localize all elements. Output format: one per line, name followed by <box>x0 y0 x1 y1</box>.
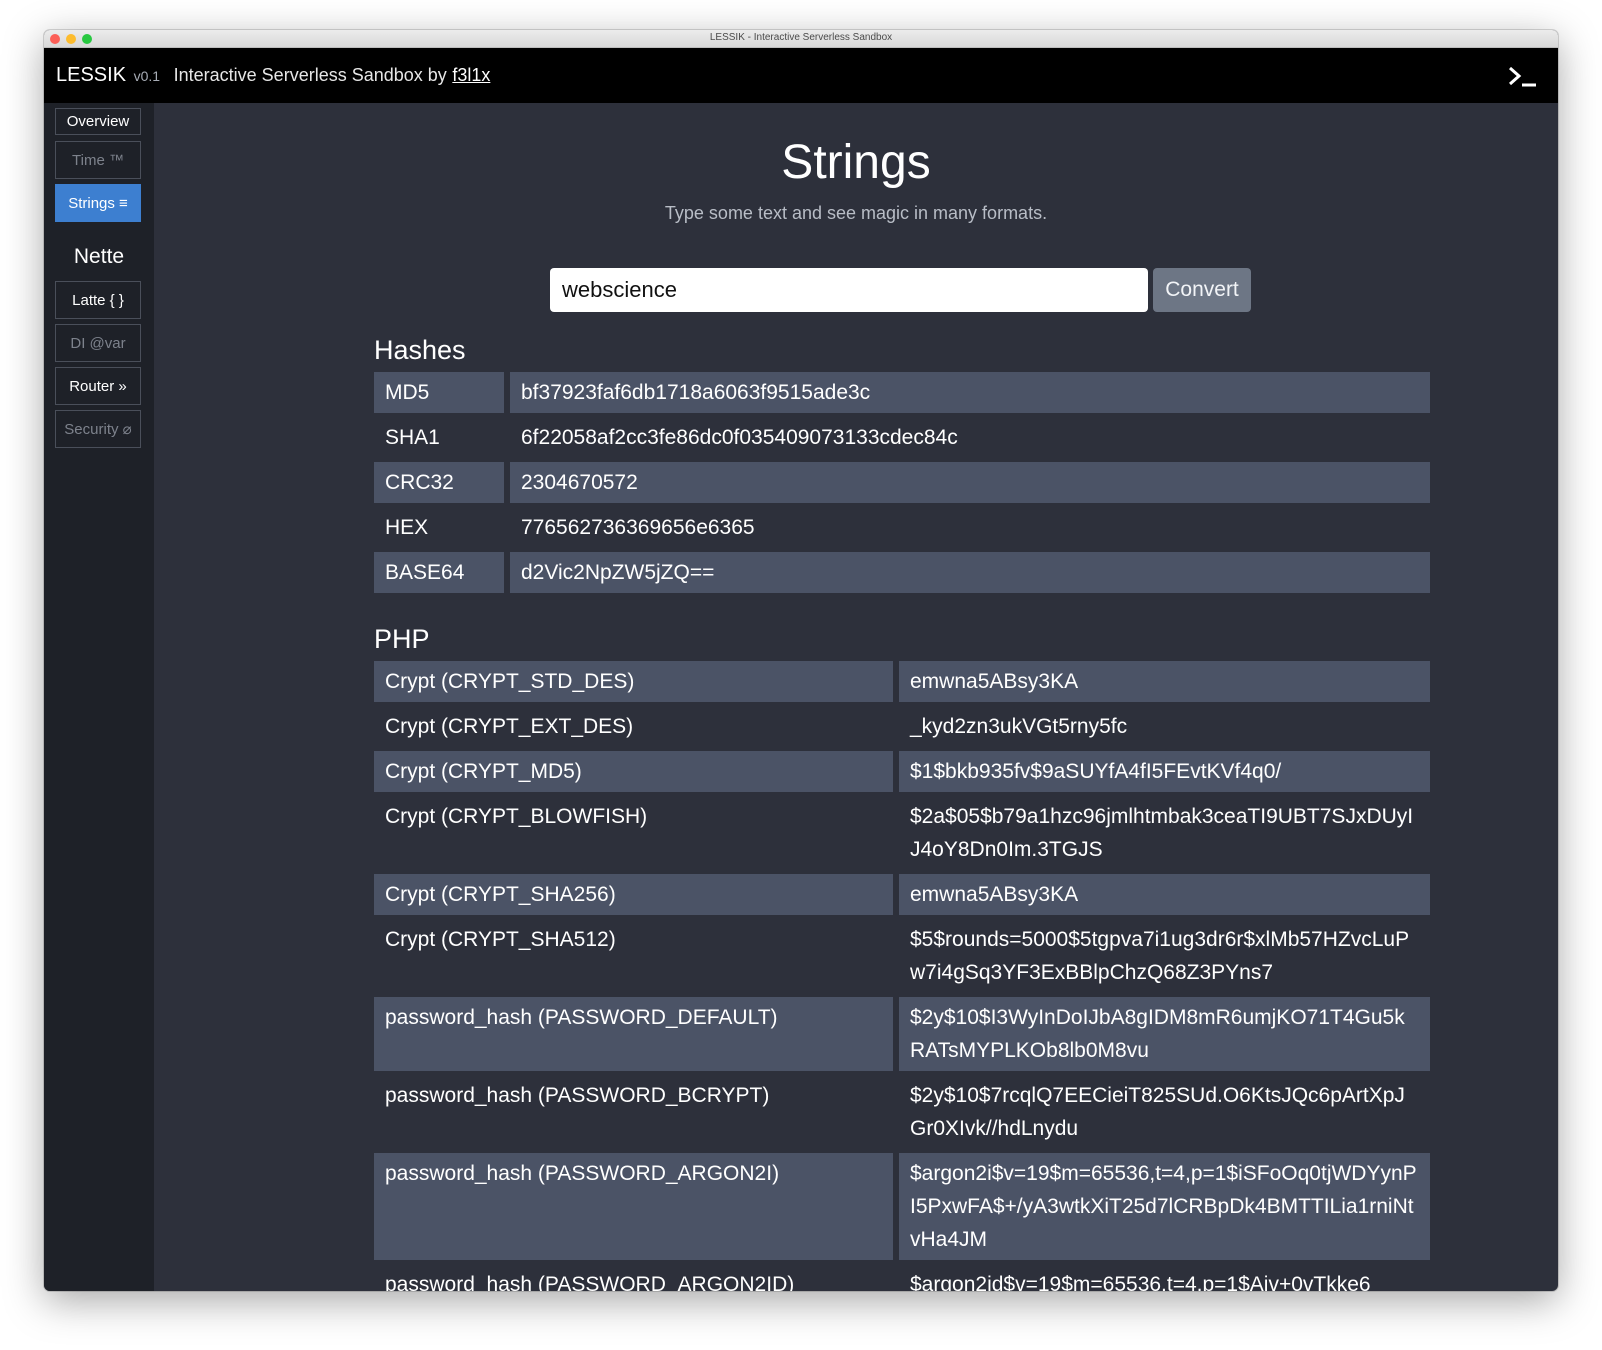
php-hash-row: password_hash (PASSWORD_ARGON2ID) $argon2… <box>374 1264 1430 1291</box>
row-value: $2y$10$7rcqlQ7EECieiT825SUd.O6KtsJQc6pAr… <box>910 1084 1405 1140</box>
hashes-table: MD5 bf37923faf6db1718a6063f9515ade3c SHA1 6… <box>374 368 1430 597</box>
tagline: Interactive Serverless Sandbox by <box>173 65 447 85</box>
php-hash-row: password_hash (PASSWORD_BCRYPT) $2y$10$7r… <box>374 1075 1430 1149</box>
php-hash-row: Crypt (CRYPT_BLOWFISH) $2a$05$b79a1hzc96j… <box>374 796 1430 870</box>
row-value: _kyd2zn3ukVGt5rny5fc <box>910 715 1128 738</box>
row-label: Crypt (CRYPT_SHA256) <box>374 874 893 915</box>
hash-row: SHA1 6f22058af2cc3fe86dc0f035409073133cde… <box>374 417 1430 458</box>
sidebar-item-strings[interactable]: Strings ≡ <box>55 184 141 222</box>
hash-row: BASE64 d2Vic2NpZW5jZQ== <box>374 552 1430 593</box>
row-label: Crypt (CRYPT_BLOWFISH) <box>385 805 648 828</box>
row-label: password_hash (PASSWORD_DEFAULT) <box>374 997 893 1071</box>
row-value: 6f22058af2cc3fe86dc0f035409073133cdec84c <box>521 426 958 449</box>
row-label: Crypt (CRYPT_STD_DES) <box>374 661 893 702</box>
hash-row: HEX 776562736369656e6365 <box>374 507 1430 548</box>
row-value: $2a$05$b79a1hzc96jmlhtmbak3ceaTI9UBT7SJx… <box>910 805 1414 861</box>
text-input[interactable] <box>550 268 1148 312</box>
main-content: Strings Type some text and see magic in … <box>154 103 1558 1291</box>
page-subtitle: Type some text and see magic in many for… <box>664 203 1048 223</box>
php-table: Crypt (CRYPT_STD_DES) emwna5ABsy3KA Crypt … <box>374 657 1430 1291</box>
sidebar-item-time[interactable]: Time ™ <box>55 141 141 179</box>
brand-name: LESSIK <box>56 64 127 86</box>
hashes-section-title: Hashes <box>374 335 466 365</box>
sidebar-item-security[interactable]: Security ⌀ <box>55 410 141 448</box>
row-label: CRC32 <box>374 462 504 503</box>
php-hash-row: Crypt (CRYPT_STD_DES) emwna5ABsy3KA <box>374 661 1430 702</box>
app-version: v0.1 <box>133 68 161 84</box>
php-hash-row: Crypt (CRYPT_MD5) $1$bkb935fv$9aSUYfA4fI5… <box>374 751 1430 792</box>
row-value: d2Vic2NpZW5jZQ== <box>510 552 1430 593</box>
row-value: emwna5ABsy3KA <box>899 661 1430 702</box>
row-value: $2y$10$I3WyInDoIJbA8gIDM8mR6umjKO71T4Gu5… <box>899 997 1430 1071</box>
php-hash-row: password_hash (PASSWORD_DEFAULT) $2y$10$I… <box>374 997 1430 1071</box>
php-hash-row: Crypt (CRYPT_SHA256) emwna5ABsy3KA <box>374 874 1430 915</box>
window-title: LESSIK - Interactive Serverless Sandbox <box>709 32 893 43</box>
title-bar: LESSIK - Interactive Serverless Sandbox <box>44 30 1558 48</box>
row-label: BASE64 <box>374 552 504 593</box>
php-hash-row: Crypt (CRYPT_SHA512) $5$rounds=5000$5tgpv… <box>374 919 1430 993</box>
author-link[interactable]: f3l1x <box>452 65 490 85</box>
row-label: Crypt (CRYPT_MD5) <box>374 751 893 792</box>
row-label: HEX <box>385 516 429 539</box>
row-value: emwna5ABsy3KA <box>899 874 1430 915</box>
row-label: SHA1 <box>385 426 440 449</box>
row-label: MD5 <box>374 372 504 413</box>
row-value: 776562736369656e6365 <box>521 516 755 539</box>
row-value: 2304670572 <box>510 462 1430 503</box>
nette-heading: Nette <box>73 245 125 268</box>
terminal-icon[interactable] <box>1508 66 1538 88</box>
row-label: password_hash (PASSWORD_ARGON2ID) <box>385 1273 795 1291</box>
row-value: $5$rounds=5000$5tgpva7i1ug3dr6r$xlMb57HZ… <box>910 928 1410 984</box>
row-value: bf37923faf6db1718a6063f9515ade3c <box>510 372 1430 413</box>
sidebar-item-latte[interactable]: Latte { } <box>55 281 141 319</box>
php-hash-row: Crypt (CRYPT_EXT_DES) _kyd2zn3ukVGt5rny5f… <box>374 706 1430 747</box>
app-window: LESSIK - Interactive Serverless Sandbox … <box>44 30 1558 1291</box>
php-hash-row: password_hash (PASSWORD_ARGON2I) $argon2i… <box>374 1153 1430 1260</box>
page-title: Strings <box>781 136 931 189</box>
convert-button[interactable]: Convert <box>1153 268 1251 312</box>
row-label: Crypt (CRYPT_SHA512) <box>385 928 616 951</box>
sidebar-item-di[interactable]: DI @var <box>55 324 141 362</box>
row-label: password_hash (PASSWORD_BCRYPT) <box>385 1084 770 1107</box>
sidebar: Overview Time ™ Strings ≡ Nette Latte { … <box>44 103 154 1291</box>
sidebar-item-overview[interactable]: Overview <box>55 108 141 135</box>
hash-row: MD5 bf37923faf6db1718a6063f9515ade3c <box>374 372 1430 413</box>
row-value: $1$bkb935fv$9aSUYfA4fI5FEvtKVf4q0/ <box>899 751 1430 792</box>
hash-row: CRC32 2304670572 <box>374 462 1430 503</box>
row-value: $argon2id$v=19$m=65536,t=4,p=1$Ajv+0vTkk… <box>910 1273 1371 1291</box>
brand: LESSIK v0.1 Interactive Serverless Sandb… <box>56 64 490 87</box>
row-label: password_hash (PASSWORD_ARGON2I) <box>374 1153 893 1260</box>
top-navbar: LESSIK v0.1 Interactive Serverless Sandb… <box>44 48 1558 103</box>
row-label: Crypt (CRYPT_EXT_DES) <box>385 715 634 738</box>
row-value: $argon2i$v=19$m=65536,t=4,p=1$iSFoOq0tjW… <box>899 1153 1430 1260</box>
php-section-title: PHP <box>374 624 430 654</box>
sidebar-item-router[interactable]: Router » <box>55 367 141 405</box>
